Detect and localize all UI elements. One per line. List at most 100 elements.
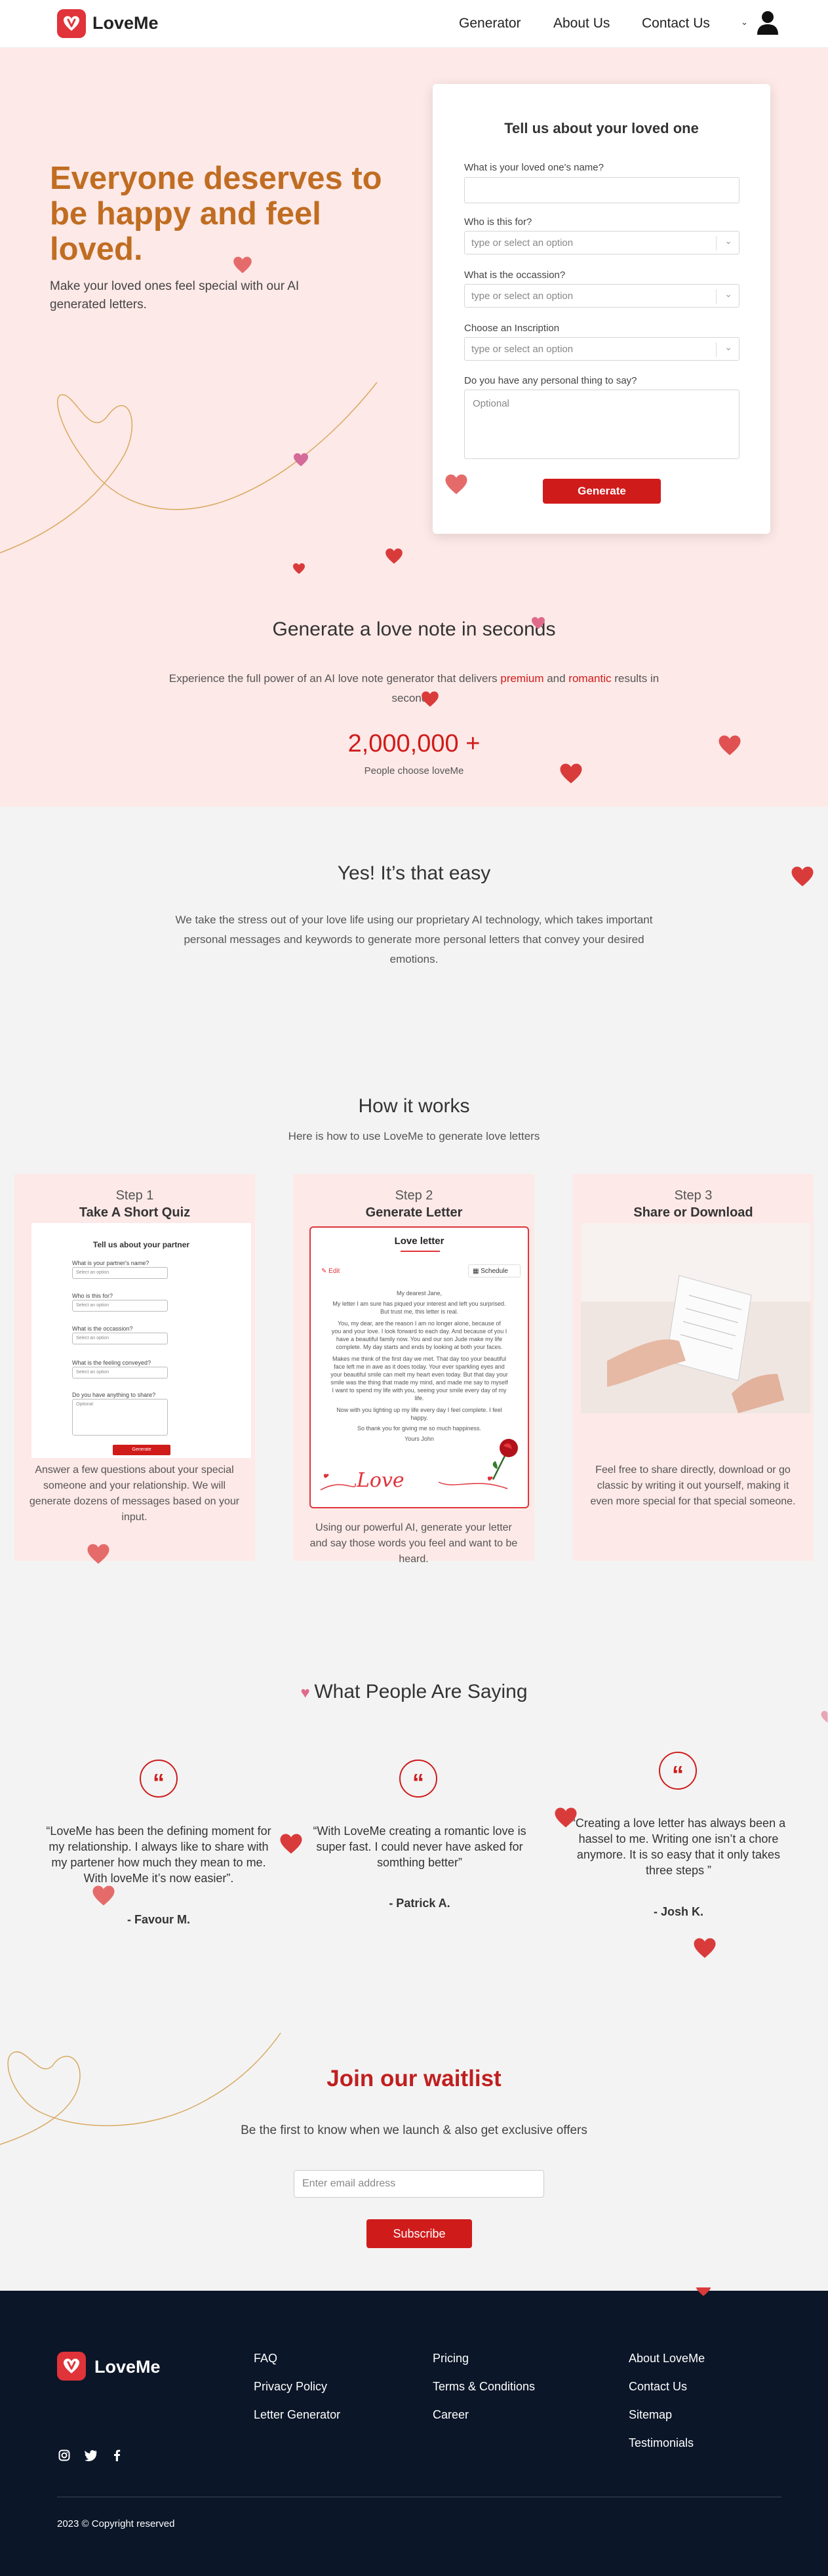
generate-text-part: and [543, 672, 569, 685]
hero-headline: Everyone deserves to be happy and feel l… [50, 161, 382, 267]
footer-link-faq[interactable]: FAQ [254, 2352, 277, 2365]
footer-link-terms[interactable]: Terms & Conditions [433, 2380, 535, 2394]
personal-textarea[interactable]: Optional [464, 390, 739, 459]
generate-text: Experience the full power of an AI love … [157, 669, 671, 708]
step-desc: Feel free to share directly, download or… [590, 1464, 796, 1507]
user-icon[interactable] [757, 10, 779, 35]
step-card-3: Step 3 Share or Download Feel free to sh… [573, 1174, 814, 1561]
heart-icon [560, 763, 582, 784]
facebook-icon[interactable] [113, 2449, 121, 2461]
who-select-value: type or select an option [471, 237, 574, 249]
quiz-q3: What is the occassion? [72, 1325, 133, 1332]
letter-line: But trust me, this letter is real. [380, 1308, 459, 1315]
quiz-input: Select an option [72, 1333, 168, 1344]
instagram-icon[interactable] [58, 2449, 70, 2461]
heart-icon [385, 548, 403, 564]
name-input[interactable] [464, 177, 739, 203]
heart-icon [293, 563, 305, 574]
calendar-icon: ▦ [473, 1268, 481, 1275]
quiz-input: Select an option [72, 1267, 168, 1279]
footer-link-career[interactable]: Career [433, 2408, 469, 2422]
step-number: Step 2 [395, 1188, 433, 1203]
email-input[interactable]: Enter email address [294, 2170, 544, 2198]
logo-icon[interactable] [57, 9, 86, 38]
personal-label: Do you have any personal thing to say? [464, 375, 637, 386]
letter-line: So thank you for giving me so much happi… [357, 1425, 482, 1432]
loved-one-form: Tell us about your loved one What is you… [433, 84, 770, 534]
generate-button[interactable]: Generate [543, 479, 661, 504]
heart-icon [233, 256, 252, 273]
letter-line: life. [414, 1395, 424, 1401]
footer-link-contact[interactable]: Contact Us [629, 2380, 687, 2394]
stat-label: People choose loveMe [364, 765, 464, 776]
chevron-down-icon: ⌄ [724, 289, 732, 299]
quiz-input: Select an option [72, 1367, 168, 1379]
testimonials-title: ♥ What People Are Saying [0, 1681, 828, 1703]
letter-title: Love letter [394, 1236, 444, 1247]
brand-name[interactable]: LoveMe [92, 13, 159, 33]
easy-title: Yes! It’s that easy [337, 862, 491, 884]
letter-greeting: My dearest Jane, [396, 1290, 443, 1297]
hands-holding-letter-image [581, 1223, 810, 1413]
footer-link-testimonials[interactable]: Testimonials [629, 2436, 694, 2450]
heart-icon [791, 866, 814, 887]
quiz-q2: Who is this for? [72, 1293, 113, 1299]
heart-icon [87, 1544, 109, 1564]
form-title: Tell us about your loved one [504, 120, 699, 136]
quiz-q1: What is your partner's name? [72, 1260, 149, 1266]
generate-text-part: Experience the full power of an AI love … [168, 672, 501, 685]
letter-preview: Love letter ✎ Edit ▦ Schedule My dearest… [309, 1226, 529, 1508]
occasion-select[interactable]: type or select an option ⌄ [464, 284, 739, 308]
inscription-label: Choose an Inscription [464, 323, 560, 334]
copyright: 2023 © Copyright reserved [57, 2518, 175, 2529]
heart-icon [92, 1885, 115, 1906]
site-footer: LoveMe FAQ Privacy Policy Letter Generat… [0, 2291, 828, 2576]
letter-line: complete. My day starts and ends by look… [336, 1344, 503, 1350]
heart-icon [821, 1710, 828, 1723]
heart-icon [719, 735, 741, 755]
highlight-premium: premium [500, 672, 544, 685]
site-header: LoveMe Generator About Us Contact Us ⌄ [0, 0, 828, 48]
footer-link-pricing[interactable]: Pricing [433, 2352, 469, 2365]
testimonial-quote: “LoveMe has been the defining moment for… [46, 1824, 271, 1885]
heart-icon [294, 453, 308, 466]
footer-link-about[interactable]: About LoveMe [629, 2352, 705, 2365]
nav-generator[interactable]: Generator [459, 16, 521, 31]
step-title: Generate Letter [365, 1205, 463, 1220]
testimonial-quote: “With LoveMe creating a romantic love is… [313, 1824, 526, 1869]
schedule-button: ▦ Schedule [468, 1264, 521, 1278]
quiz-generate-button: Generate [113, 1445, 170, 1455]
nav-contact-us[interactable]: Contact Us [642, 16, 710, 31]
inscription-select[interactable]: type or select an option ⌄ [464, 337, 739, 361]
decorative-swirl [320, 1474, 508, 1491]
testimonial-name: - Favour M. [127, 1913, 190, 1926]
step-title: Take A Short Quiz [79, 1205, 191, 1220]
step-desc: Answer a few questions about your specia… [29, 1464, 240, 1523]
quote-icon: “ [140, 1760, 178, 1798]
footer-link-letter-generator[interactable]: Letter Generator [254, 2408, 340, 2422]
footer-link-privacy[interactable]: Privacy Policy [254, 2380, 327, 2394]
heart-icon [555, 1807, 577, 1828]
heart-icon: ♥ [300, 1684, 315, 1702]
who-select[interactable]: type or select an option ⌄ [464, 231, 739, 254]
occasion-select-value: type or select an option [471, 291, 574, 302]
subscribe-button[interactable]: Subscribe [366, 2219, 472, 2248]
footer-brand[interactable]: LoveMe [94, 2357, 161, 2377]
heart-icon [696, 2287, 711, 2296]
occasion-label: What is the occassion? [464, 270, 566, 281]
pencil-icon: ✎ [321, 1268, 329, 1275]
how-title: How it works [358, 1095, 470, 1117]
logo-icon[interactable] [57, 2352, 86, 2381]
step-title: Share or Download [633, 1205, 753, 1220]
chevron-down-icon[interactable]: ⌄ [741, 17, 748, 28]
footer-link-sitemap[interactable]: Sitemap [629, 2408, 672, 2422]
quote-icon: “ [659, 1752, 697, 1790]
testimonial-name: - Josh K. [653, 1905, 703, 1918]
decorative-heart-line [0, 382, 378, 553]
quiz-textarea: Optional [72, 1399, 168, 1436]
how-subtitle: Here is how to use LoveMe to generate lo… [288, 1130, 540, 1142]
heart-icon [445, 474, 467, 494]
twitter-icon[interactable] [85, 2449, 98, 2461]
nav-about-us[interactable]: About Us [553, 16, 610, 31]
edit-button: ✎ Edit [321, 1268, 340, 1275]
